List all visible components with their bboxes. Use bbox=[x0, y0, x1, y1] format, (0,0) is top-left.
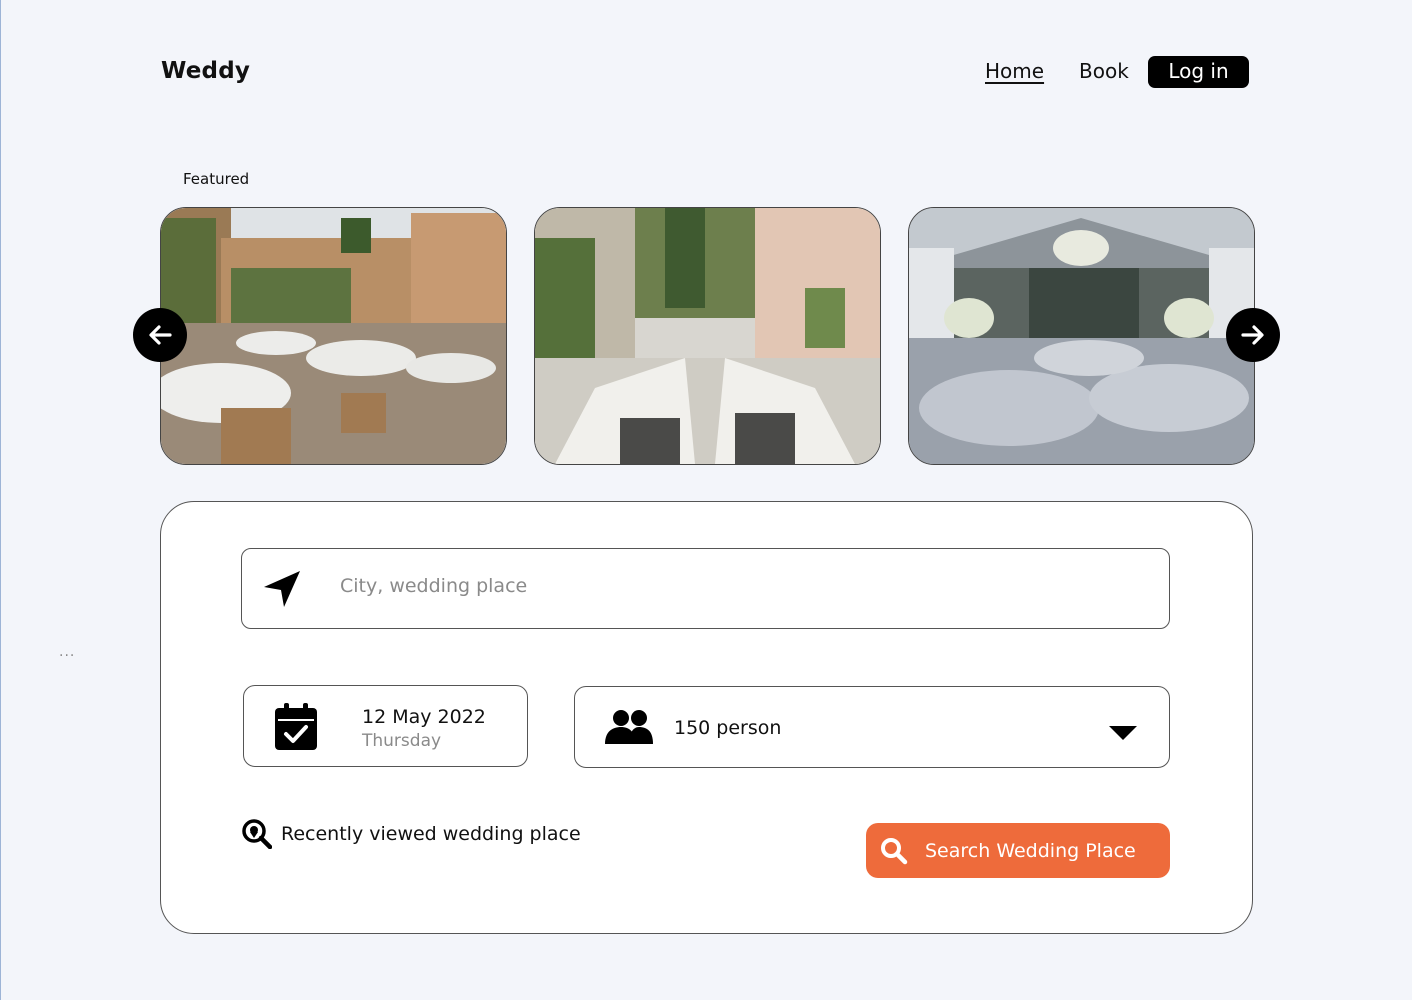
date-weekday: Thursday bbox=[362, 731, 442, 751]
overflow-dots: ... bbox=[59, 644, 76, 660]
search-wedding-place-button[interactable]: Search Wedding Place bbox=[866, 823, 1170, 878]
arrow-right-icon bbox=[1241, 325, 1264, 345]
brand-logo[interactable]: Weddy bbox=[161, 58, 250, 84]
search-button-label: Search Wedding Place bbox=[925, 839, 1136, 862]
window-edge bbox=[0, 0, 1, 1000]
location-placeholder: City, wedding place bbox=[340, 575, 528, 597]
featured-venue-card-3[interactable] bbox=[908, 207, 1255, 465]
calendar-check-icon bbox=[275, 703, 317, 750]
recently-viewed-label: Recently viewed wedding place bbox=[281, 823, 581, 845]
carousel-next-button[interactable] bbox=[1226, 308, 1280, 362]
guest-count-select[interactable]: 150 person bbox=[574, 686, 1170, 768]
arrow-left-icon bbox=[149, 325, 172, 345]
featured-venue-card-2[interactable] bbox=[534, 207, 881, 465]
search-location-icon bbox=[242, 819, 272, 849]
search-icon bbox=[881, 837, 908, 864]
users-icon bbox=[605, 710, 653, 744]
featured-venue-card-1[interactable] bbox=[160, 207, 507, 465]
caret-down-icon bbox=[1109, 726, 1137, 740]
recently-viewed-link[interactable]: Recently viewed wedding place bbox=[242, 817, 581, 851]
nav-home-link[interactable]: Home bbox=[985, 56, 1044, 88]
venue-glasshouse-image bbox=[909, 208, 1254, 464]
login-button[interactable]: Log in bbox=[1148, 56, 1249, 88]
venue-courtyard-image bbox=[161, 208, 506, 464]
guest-count-value: 150 person bbox=[674, 717, 782, 739]
location-arrow-icon bbox=[264, 571, 300, 607]
nav-book-link[interactable]: Book bbox=[1079, 56, 1129, 88]
featured-heading: Featured bbox=[183, 170, 250, 188]
date-value: 12 May 2022 bbox=[362, 706, 486, 728]
date-picker[interactable]: 12 May 2022 Thursday bbox=[243, 685, 528, 767]
venue-terrace-image bbox=[535, 208, 880, 464]
location-search-field[interactable]: City, wedding place bbox=[241, 548, 1170, 629]
carousel-prev-button[interactable] bbox=[133, 308, 187, 362]
